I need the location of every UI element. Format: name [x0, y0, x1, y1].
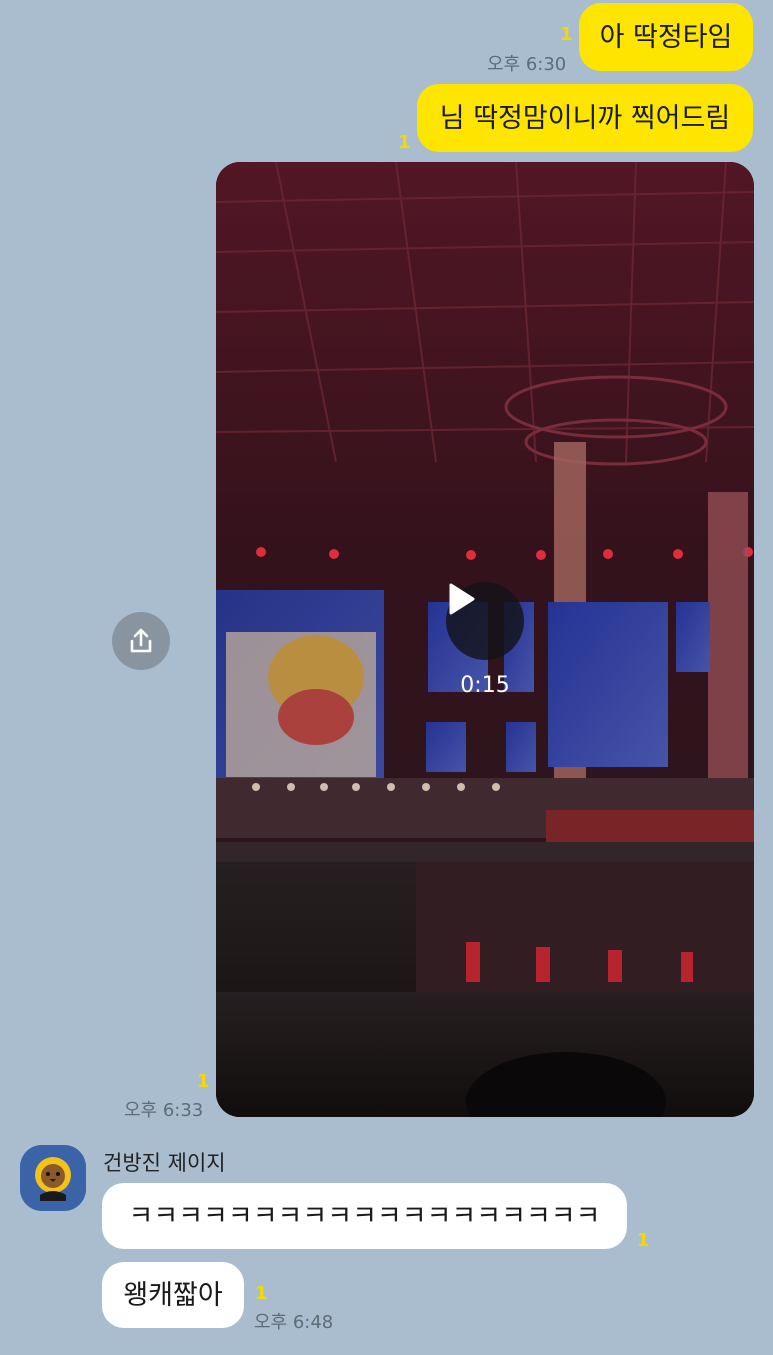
avatar-icon: [20, 1145, 86, 1211]
outgoing-message[interactable]: 아 딱정타임: [579, 3, 753, 71]
outgoing-message[interactable]: 님 딱정맘이니까 찍어드림: [417, 84, 753, 152]
message-text: 왱캐짧아: [123, 1279, 223, 1311]
share-icon: [130, 628, 152, 653]
incoming-message[interactable]: 왱캐짧아: [102, 1262, 244, 1328]
message-text: ㅋㅋㅋㅋㅋㅋㅋㅋㅋㅋㅋㅋㅋㅋㅋㅋㅋㅋㅋ: [128, 1200, 601, 1232]
play-icon: [449, 583, 475, 615]
message-time: 오후 6:33: [124, 1100, 204, 1121]
unread-count: 1: [255, 1283, 268, 1304]
video-duration: 0:15: [460, 673, 510, 698]
message-time: 오후 6:48: [254, 1312, 334, 1333]
unread-count: 1: [637, 1230, 650, 1251]
unread-count: 1: [197, 1071, 210, 1092]
sender-name: 건방진 제이지: [103, 1151, 226, 1175]
message-text: 아 딱정타임: [599, 21, 733, 53]
video-message[interactable]: 0:15: [216, 162, 754, 1117]
unread-count: 1: [560, 24, 573, 45]
message-time: 오후 6:30: [487, 54, 567, 75]
share-button[interactable]: [112, 612, 170, 670]
incoming-message[interactable]: ㅋㅋㅋㅋㅋㅋㅋㅋㅋㅋㅋㅋㅋㅋㅋㅋㅋㅋㅋ: [102, 1183, 627, 1249]
play-button[interactable]: [446, 582, 524, 660]
unread-count: 1: [398, 132, 411, 153]
sender-avatar[interactable]: [20, 1145, 86, 1211]
message-text: 님 딱정맘이니까 찍어드림: [439, 102, 731, 134]
